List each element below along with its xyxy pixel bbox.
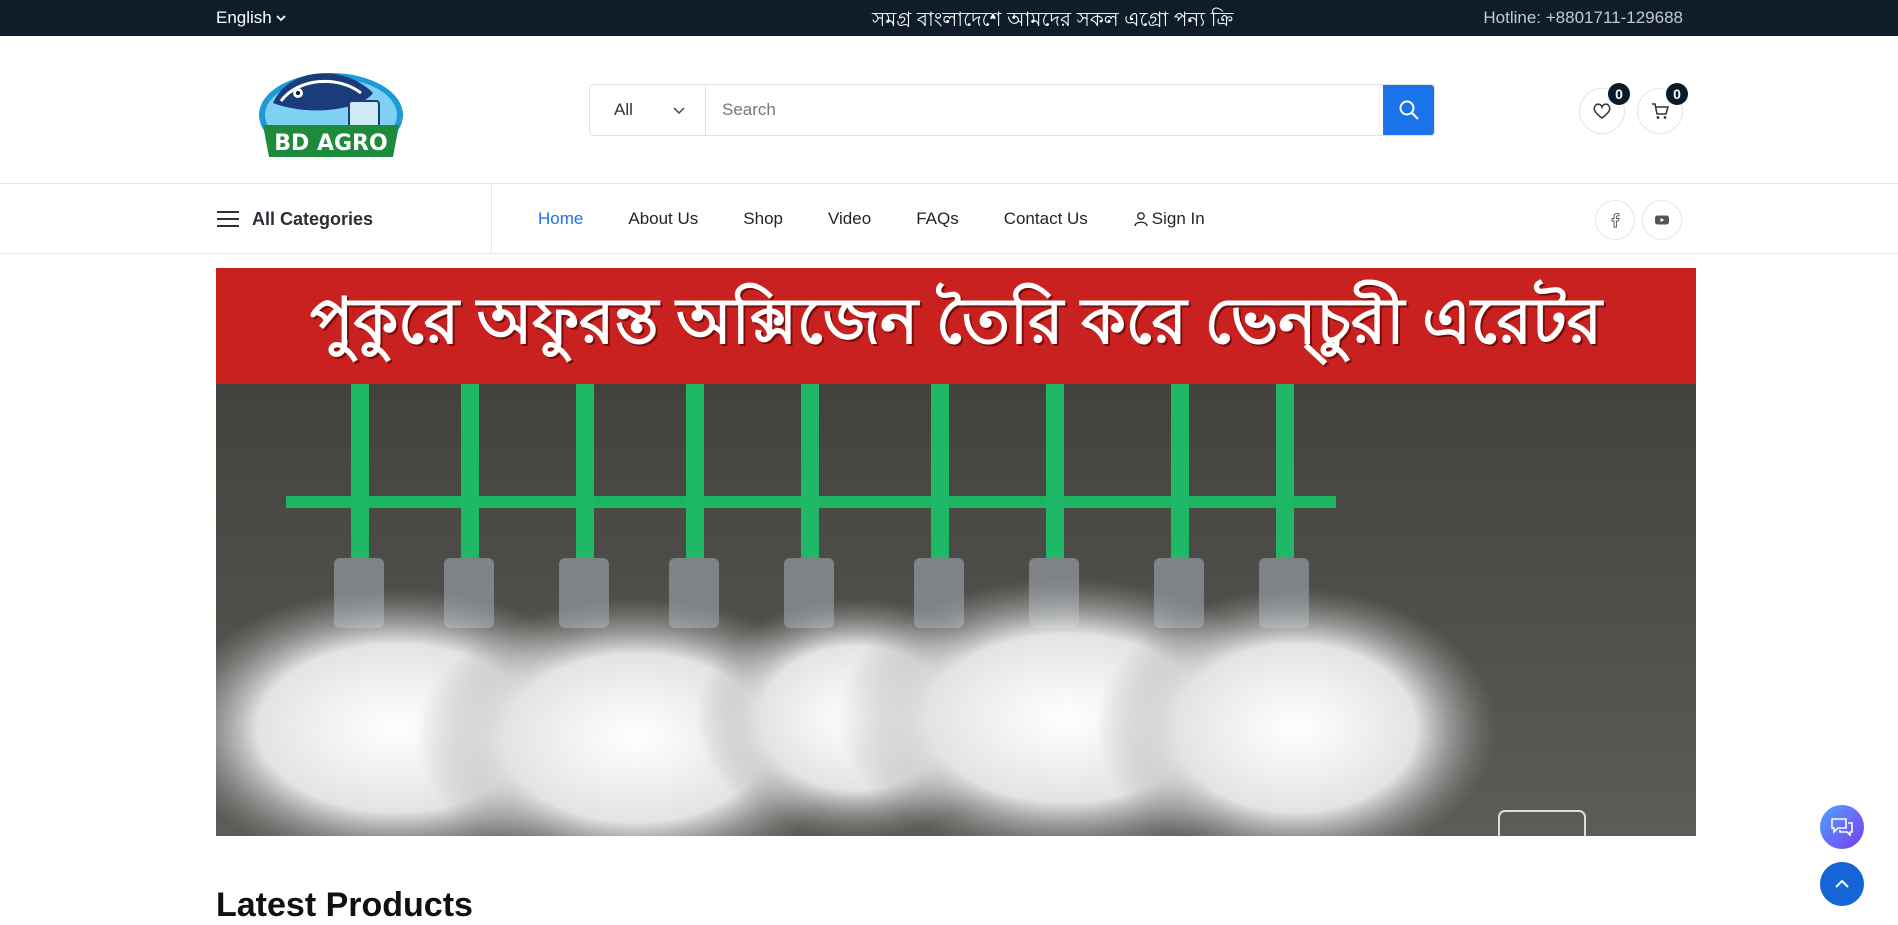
language-selector[interactable]: English [216,8,286,28]
bd-agro-logo[interactable]: BD AGRO [253,63,409,159]
nav-item-home[interactable]: Home [538,209,583,229]
user-icon [1134,212,1148,227]
search-icon [1399,100,1419,120]
announcement-marquee: সমগ্র বাংলাদেশে আমদের সকল এগ্রো পন্য ক্র… [872,9,1234,31]
facebook-link[interactable] [1595,200,1635,240]
wishlist-button[interactable]: 0 [1579,83,1630,134]
back-to-top-button[interactable] [1820,862,1864,906]
hotline-text: Hotline: +8801711-129688 [1483,8,1683,27]
nav-item-about-us[interactable]: About Us [628,209,698,229]
nav-item-faqs[interactable]: FAQs [916,209,959,229]
heart-icon [1593,103,1611,119]
chat-button[interactable] [1820,805,1864,849]
section-title: Latest Products [216,886,473,924]
nav-item-shop[interactable]: Shop [743,209,783,229]
site-header: BD AGRO All 0 0 [0,36,1898,184]
arrow-up-icon [1835,879,1849,888]
chevron-down-icon [673,107,685,115]
search-input[interactable] [706,85,1383,135]
all-categories-button[interactable]: All Categories [216,184,492,254]
chevron-down-icon [276,15,286,22]
wishlist-count-badge: 0 [1608,83,1630,105]
cart-icon [1652,103,1669,119]
nav-item-contact-us[interactable]: Contact Us [1004,209,1088,229]
cart-button[interactable]: 0 [1637,83,1688,134]
search-bar: All [589,84,1435,136]
chat-icon [1831,818,1853,837]
all-categories-label: All Categories [252,208,374,229]
facebook-icon [1611,212,1620,228]
youtube-link[interactable] [1642,200,1682,240]
nav-item-video[interactable]: Video [828,209,871,229]
hero-banner[interactable]: পুকুরে অফুরন্ত অক্সিজেন তৈরি করে ভেন্চুর… [216,268,1696,836]
banner-headline: পুকুরে অফুরন্ত অক্সিজেন তৈরি করে ভেন্চুর… [310,284,1602,357]
main-nav: All Categories Home About Us Shop Video … [0,184,1898,254]
language-label: English [216,8,272,27]
search-category-select[interactable]: All [590,85,706,135]
nav-menu: Home About Us Shop Video FAQs Contact Us… [538,184,1205,254]
search-category-value: All [614,100,633,119]
banner-headline-strip: পুকুরে অফুরন্ত অক্সিজেন তৈরি করে ভেন্চুর… [216,268,1696,384]
search-button[interactable] [1383,85,1434,135]
menu-icon [217,211,239,227]
nav-item-sign-in[interactable]: Sign In [1133,209,1205,229]
cart-count-badge: 0 [1666,83,1688,105]
youtube-icon [1655,215,1669,225]
top-bar: English সমগ্র বাংলাদেশে আমদের সকল এগ্রো … [0,0,1898,36]
svg-text:BD AGRO: BD AGRO [274,131,387,156]
